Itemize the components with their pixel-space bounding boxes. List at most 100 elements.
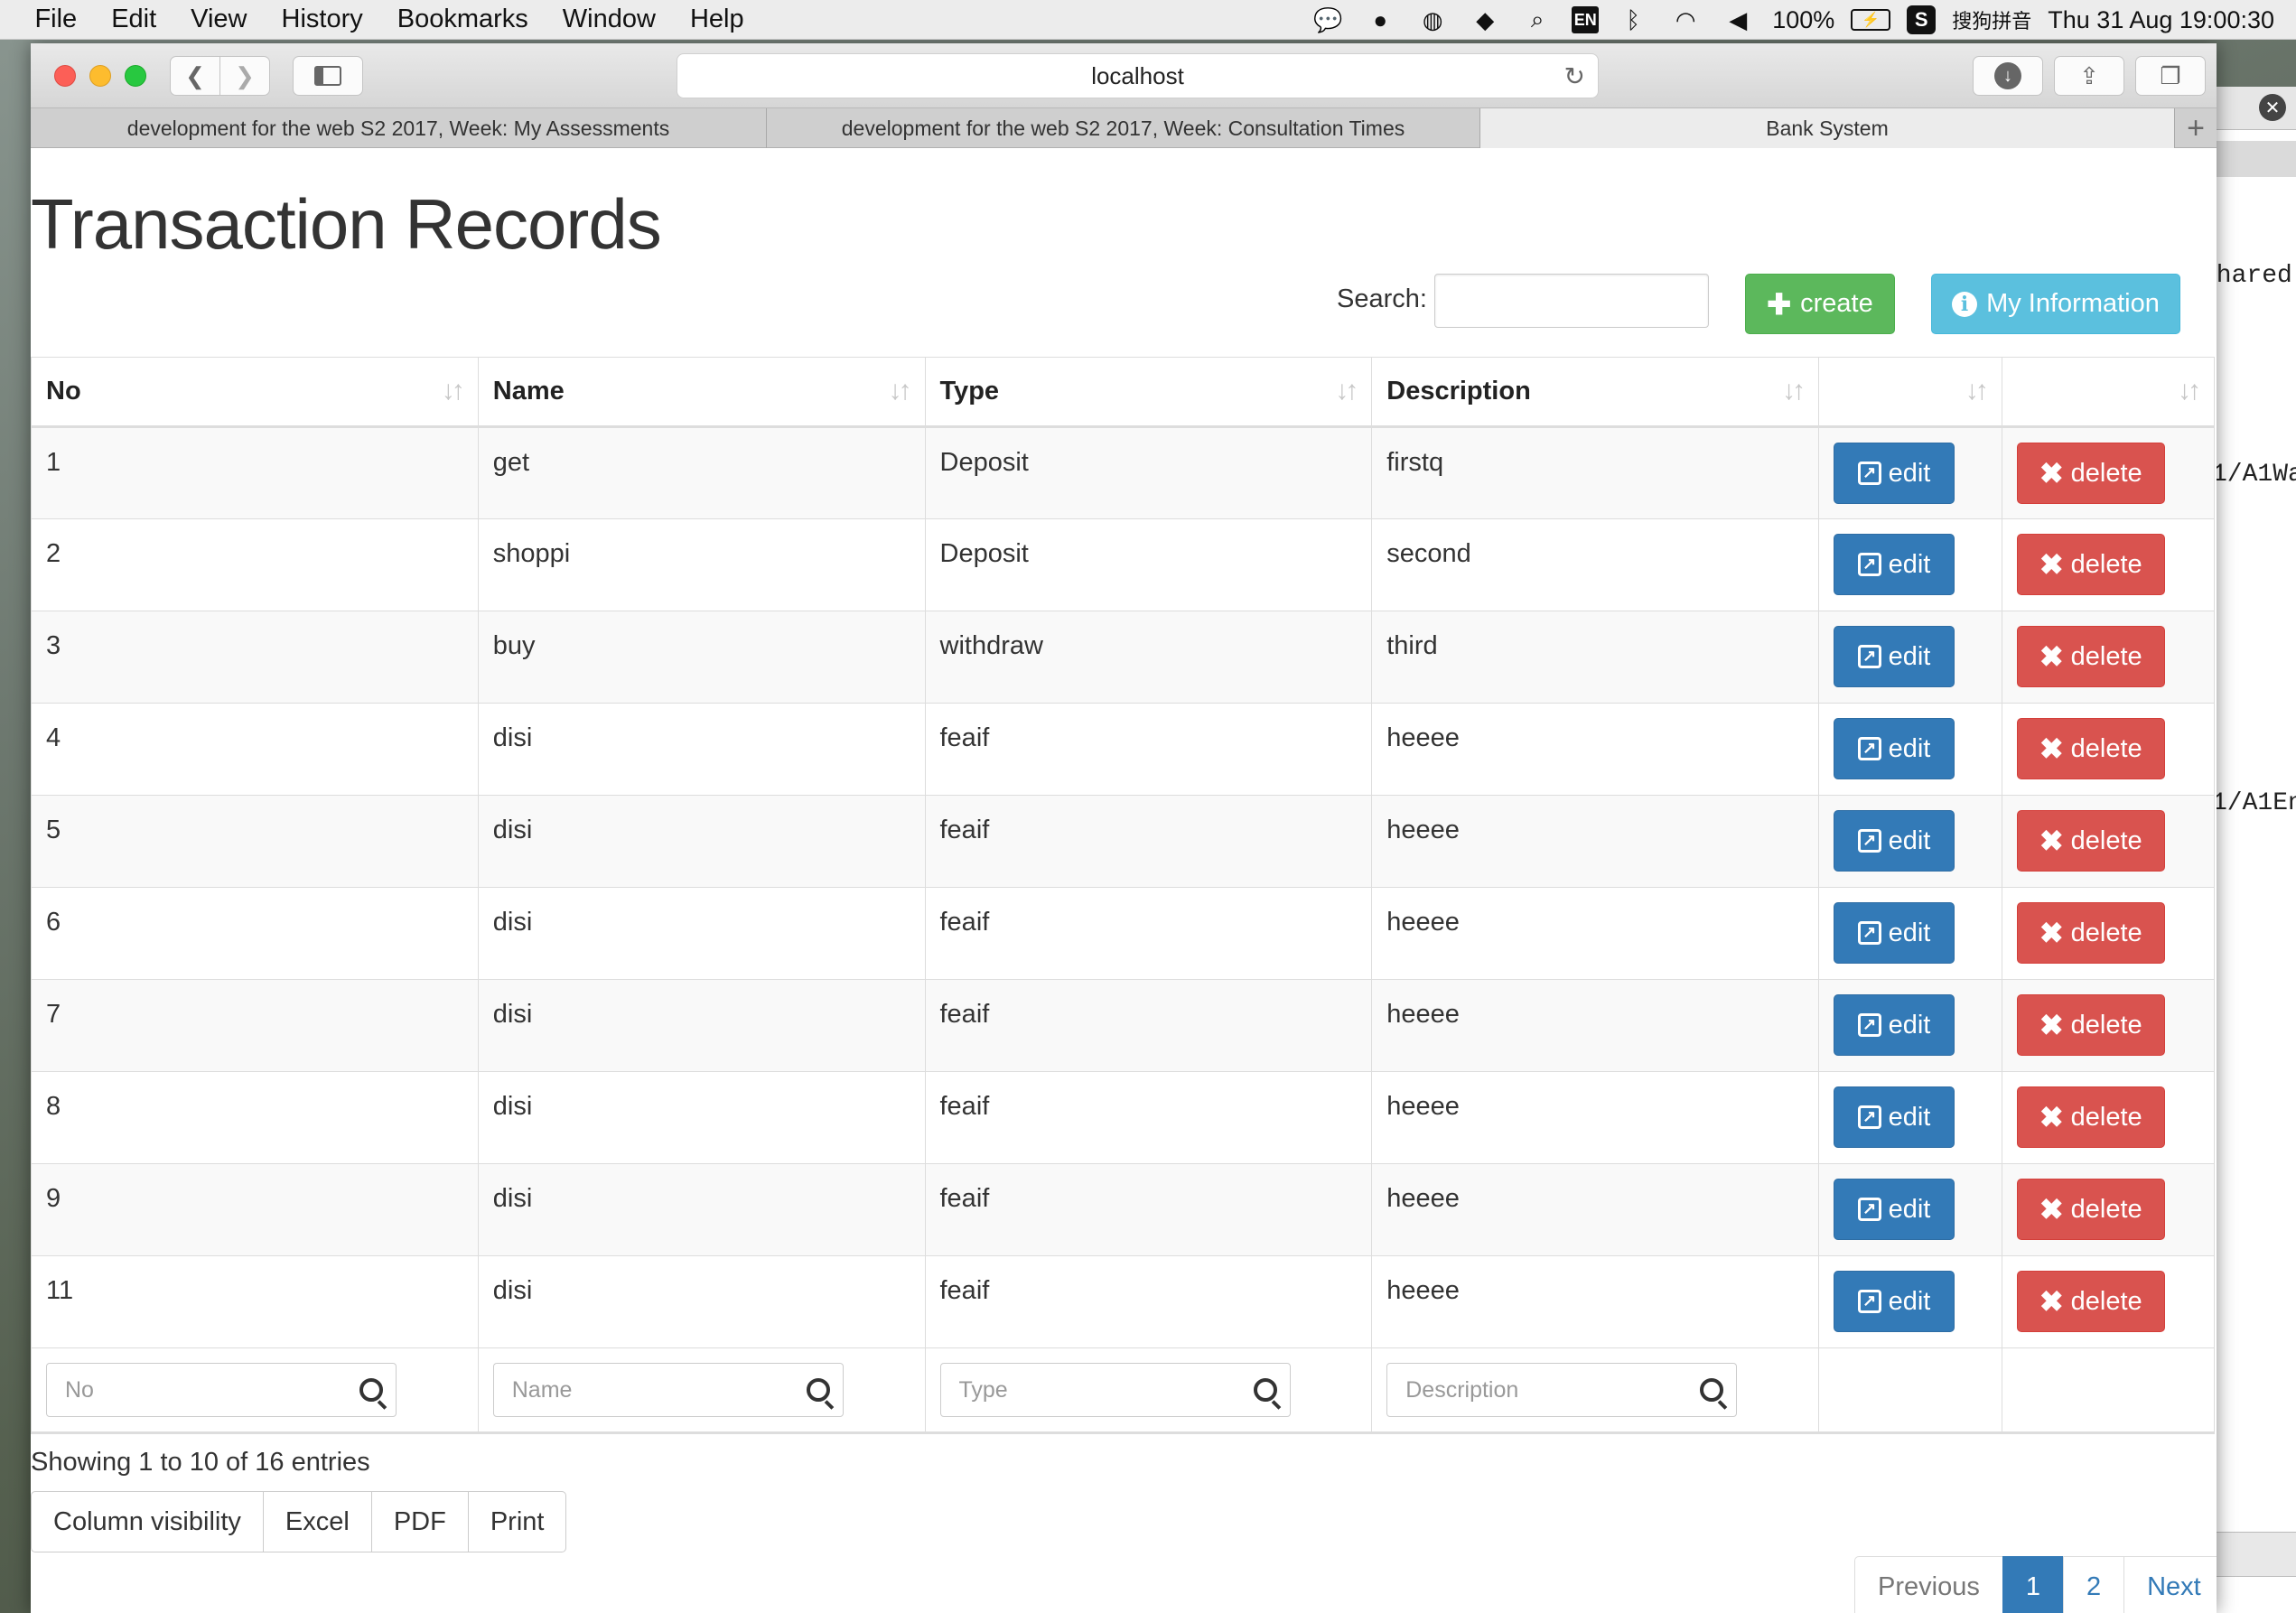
filter-placeholder: Type [958,1376,1008,1403]
globe-icon[interactable]: ◍ [1414,2,1451,38]
delete-button[interactable]: ✖ delete [2016,626,2165,687]
back-button[interactable]: ❮ [170,56,220,96]
column-header-delete[interactable]: ↓↑ [2001,357,2216,428]
previous-page-button[interactable]: Previous [1854,1556,2003,1613]
edit-button[interactable]: ↗ edit [1834,1271,1955,1332]
column-header-edit[interactable]: ↓↑ [1818,357,2002,428]
clock[interactable]: Thu 31 Aug 19:00:30 [2048,6,2274,34]
print-button[interactable]: Print [467,1491,567,1552]
menu-bookmarks[interactable]: Bookmarks [380,5,546,34]
menu-view[interactable]: View [173,5,264,34]
pdf-button[interactable]: PDF [370,1491,469,1552]
edit-button[interactable]: ↗ edit [1834,1179,1955,1240]
search-status-icon[interactable]: ⌕ [1519,2,1555,38]
column-header-name[interactable]: Name ↓↑ [477,357,926,428]
delete-button[interactable]: ✖ delete [2016,994,2165,1056]
menu-file[interactable]: File [17,5,94,34]
menu-edit[interactable]: Edit [94,5,173,34]
cell-no: 11 [31,1255,479,1348]
filter-description-input[interactable]: Description [1386,1363,1738,1417]
menu-help[interactable]: Help [673,5,761,34]
plus-icon: + [2187,110,2205,145]
menu-history[interactable]: History [265,5,380,34]
cell-edit: ↗ edit [1818,518,2002,611]
delete-button[interactable]: ✖ delete [2016,902,2165,964]
delete-button[interactable]: ✖ delete [2016,1179,2165,1240]
sort-icon[interactable]: ↓↑ [442,376,465,406]
page-1-button[interactable]: 1 [2002,1556,2064,1613]
edit-button[interactable]: ↗ edit [1834,443,1955,504]
column-header-no[interactable]: No ↓↑ [31,357,479,428]
tab-consultation-times[interactable]: development for the web S2 2017, Week: C… [767,108,1480,148]
tab-my-assessments[interactable]: development for the web S2 2017, Week: M… [31,108,767,148]
column-visibility-button[interactable]: Column visibility [31,1491,264,1552]
delete-button[interactable]: ✖ delete [2016,1271,2165,1332]
reload-icon[interactable]: ↻ [1564,61,1585,91]
delete-label: delete [2070,458,2142,488]
edit-button[interactable]: ↗ edit [1834,810,1955,872]
cell-description: heeee [1371,887,1819,980]
table-row: 3 buy withdraw third ↗ edit ✖ delete [31,611,2216,704]
volume-icon[interactable]: ◀ [1720,2,1756,38]
my-information-button[interactable]: i My Information [1931,274,2180,334]
header-label: Type [939,377,1000,406]
page-2-button[interactable]: 2 [2062,1556,2125,1613]
edit-button[interactable]: ↗ edit [1834,1086,1955,1148]
sort-icon[interactable]: ↓↑ [2178,376,2201,406]
tab-bank-system[interactable]: Bank System [1480,108,2175,148]
delete-button[interactable]: ✖ delete [2016,1086,2165,1148]
delete-button[interactable]: ✖ delete [2016,718,2165,779]
edit-button[interactable]: ↗ edit [1834,534,1955,595]
wifi-icon[interactable]: ◠ [1667,2,1703,38]
share-button[interactable]: ⇪ [2054,56,2124,96]
sort-icon[interactable]: ↓↑ [1782,376,1806,406]
close-icon: ✖ [2039,825,2064,857]
ime-label[interactable]: 搜狗拼音 [1952,5,2031,34]
filter-no-input[interactable]: No [46,1363,397,1417]
filter-name-input[interactable]: Name [492,1363,844,1417]
sort-icon[interactable]: ↓↑ [889,376,912,406]
bluetooth-icon[interactable]: ᛒ [1615,2,1651,38]
close-icon: ✖ [2039,548,2064,581]
delete-button[interactable]: ✖ delete [2016,810,2165,872]
downloads-button[interactable]: ↓ [1973,56,2043,96]
new-tab-button[interactable]: + [2175,108,2217,148]
edit-button[interactable]: ↗ edit [1834,718,1955,779]
cell-type: feaif [924,703,1373,796]
next-page-button[interactable]: Next [2123,1556,2217,1613]
page-content: Transaction Records Search: ✚ create i M… [31,149,2217,1613]
dropbox-icon[interactable]: ◆ [1467,2,1503,38]
zoom-window-button[interactable] [125,65,146,87]
menu-window[interactable]: Window [546,5,673,34]
excel-button[interactable]: Excel [262,1491,372,1552]
close-icon[interactable]: ✕ [2259,94,2286,121]
qq-icon[interactable]: ● [1362,2,1398,38]
search-input[interactable] [1434,274,1709,328]
delete-button[interactable]: ✖ delete [2016,534,2165,595]
sogou-icon[interactable]: S [1907,5,1937,34]
edit-button[interactable]: ↗ edit [1834,994,1955,1056]
apple-menu-icon[interactable]: i [0,5,17,34]
close-window-button[interactable] [54,65,76,87]
input-language-icon[interactable]: EN [1572,6,1600,33]
create-button[interactable]: ✚ create [1745,274,1895,334]
edit-button[interactable]: ↗ edit [1834,902,1955,964]
cell-type: feaif [924,1255,1373,1348]
edit-button[interactable]: ↗ edit [1834,626,1955,687]
battery-icon[interactable]: ⚡ [1851,9,1891,31]
address-bar[interactable]: localhost ↻ [677,53,1599,98]
minimize-window-button[interactable] [89,65,111,87]
forward-button[interactable]: ❯ [219,56,270,96]
wechat-icon[interactable]: 💬 [1310,2,1346,38]
filter-type-input[interactable]: Type [939,1363,1291,1417]
sort-icon[interactable]: ↓↑ [1965,376,1989,406]
pagination: Previous 1 2 Next [1854,1556,2217,1613]
sidebar-button[interactable] [293,56,363,96]
sort-icon[interactable]: ↓↑ [1335,376,1358,406]
column-header-type[interactable]: Type ↓↑ [924,357,1373,428]
column-header-description[interactable]: Description ↓↑ [1371,357,1819,428]
table-body: 1 get Deposit firstq ↗ edit ✖ delete 2 shoppi Depo… [31,426,2216,1348]
delete-button[interactable]: ✖ delete [2016,443,2165,504]
tabs-overview-button[interactable]: ❐ [2135,56,2206,96]
close-icon: ✖ [2039,1009,2064,1041]
